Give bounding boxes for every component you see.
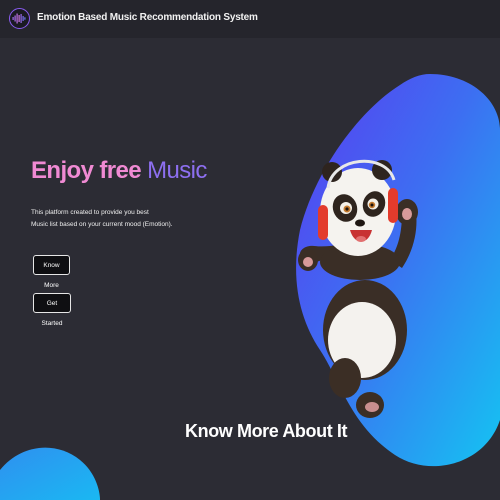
headline-part-2: Music [147,157,207,184]
headline-part-1: Enjoy free [31,157,142,184]
get-started-button[interactable]: Get Started [33,293,71,327]
hero-description: This platform created to provide you bes… [31,207,231,231]
top-navbar: Emotion Based Music Recommendation Syste… [0,0,500,38]
description-line-1: This platform created to provide you bes… [31,209,149,216]
know-more-button[interactable]: Know More [33,255,70,289]
section-title: Know More About It [185,421,348,441]
description-line-2: Music list based on your current mood (E… [31,221,173,228]
hero-headline: Enjoy free Music [31,157,207,185]
panda-with-headphones-illustration [298,159,418,418]
app-title: Emotion Based Music Recommendation Syste… [37,12,258,23]
sound-wave-icon[interactable] [9,8,30,29]
